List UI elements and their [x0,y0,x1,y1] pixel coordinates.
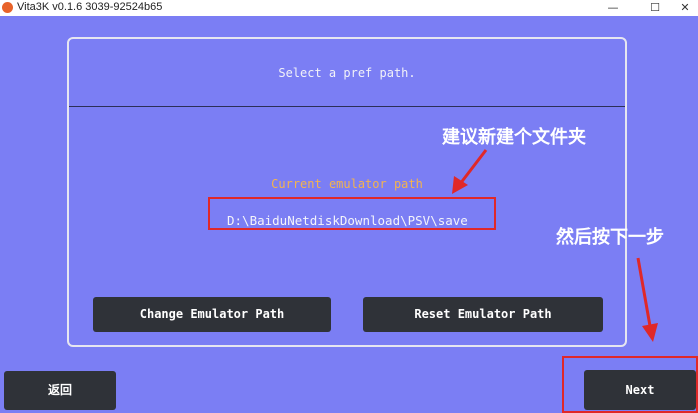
change-emulator-path-button[interactable]: Change Emulator Path [93,297,331,332]
reset-emulator-path-button[interactable]: Reset Emulator Path [363,297,603,332]
annotation-new-folder: 建议新建个文件夹 [442,127,586,148]
annotation-press-next: 然后按下一步 [556,227,664,248]
next-highlight-box [562,356,698,413]
maximize-icon[interactable]: ☐ [643,0,667,16]
arrow-to-next [636,257,658,342]
minimize-icon[interactable]: — [601,0,625,16]
back-button[interactable]: 返回 [4,371,116,410]
close-icon[interactable]: ✕ [673,0,697,16]
current-path-label: Current emulator path [271,177,423,191]
path-highlight-box [208,197,496,230]
app-logo-icon [2,2,13,13]
divider [69,106,625,107]
window-title: Vita3K v0.1.6 3039-92524b65 [17,1,163,13]
dialog-title: Select a pref path. [278,66,416,80]
title-bar: Vita3K v0.1.6 3039-92524b65 — ☐ ✕ [0,0,698,16]
